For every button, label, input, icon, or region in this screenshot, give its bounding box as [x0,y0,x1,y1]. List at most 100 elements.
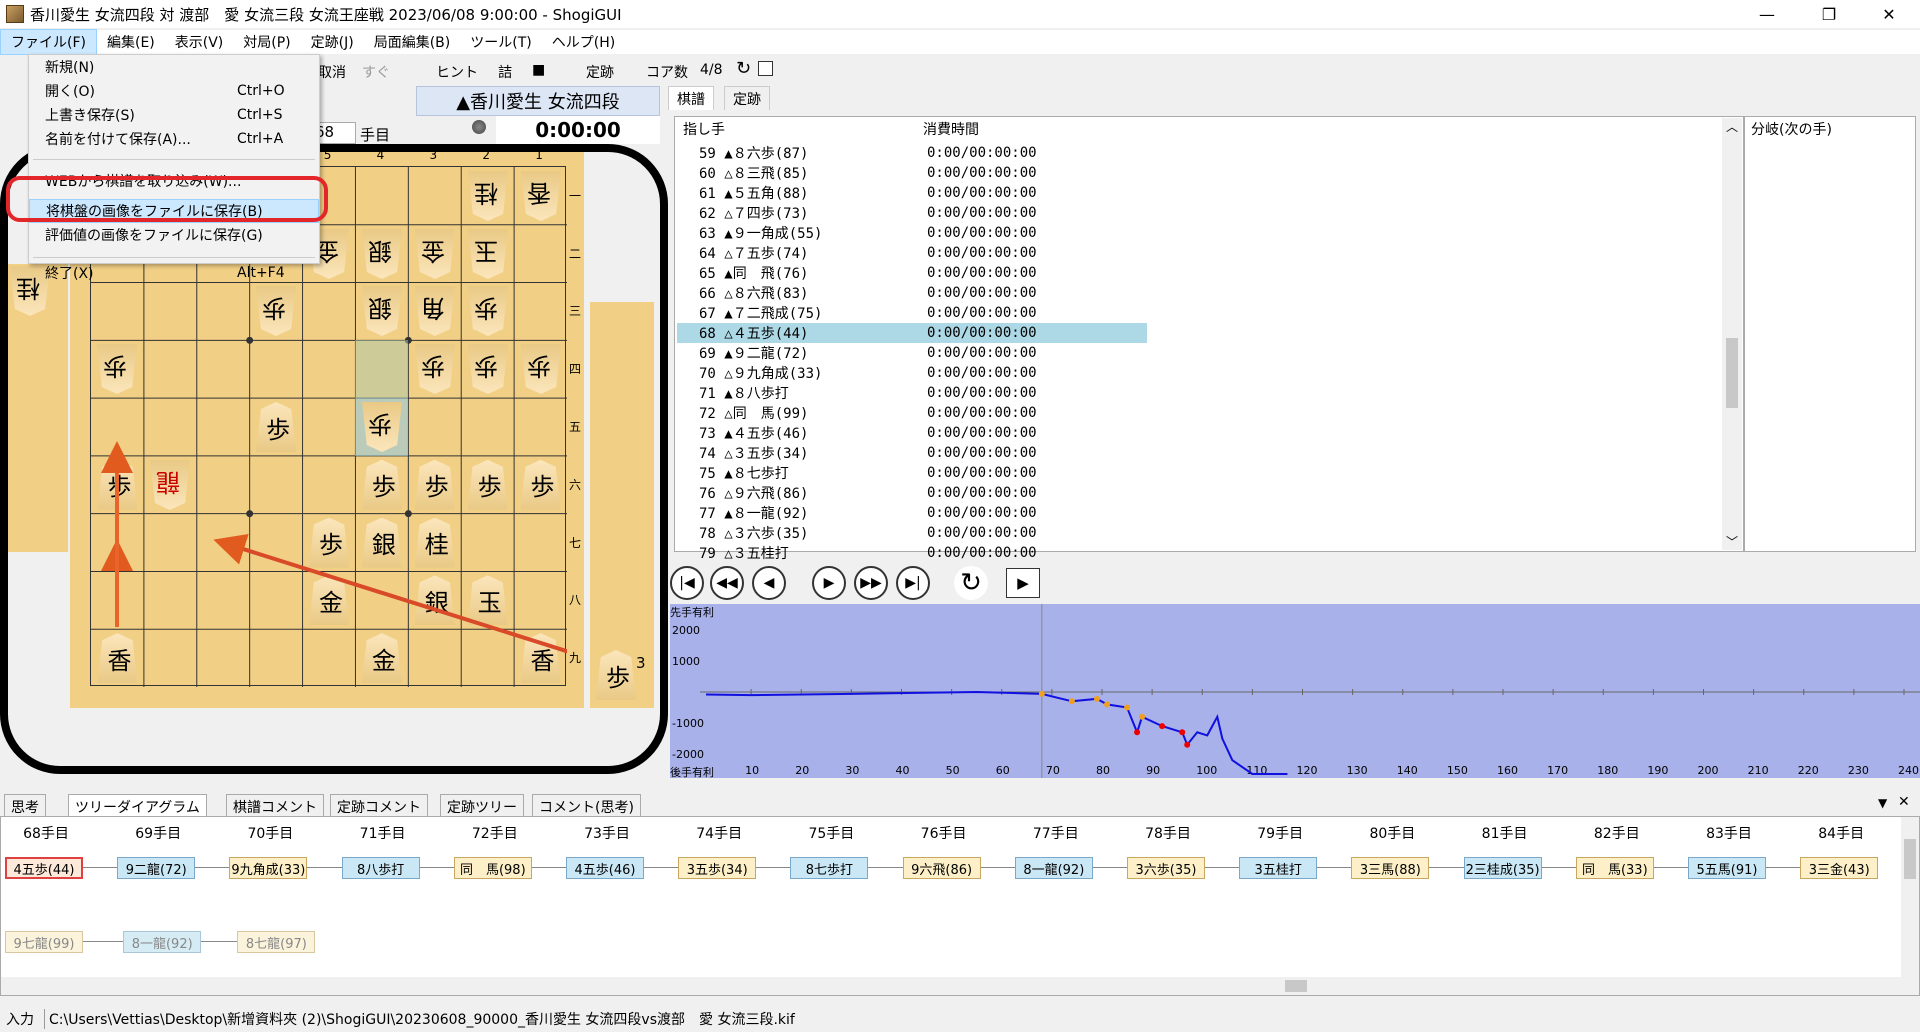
lower-tab[interactable]: 定跡ツリー [440,794,524,816]
lower-tab[interactable]: ツリーダイアグラム [68,794,207,816]
board-piece[interactable]: 銀 [362,229,402,279]
board-piece[interactable]: 歩 [468,344,508,394]
tree-node[interactable]: 3五桂打 [1239,857,1318,879]
board-piece[interactable]: 玉 [468,229,508,279]
hand-piece[interactable]: 歩 [596,650,636,700]
tree-hscrollbar[interactable] [1,977,1919,995]
board-piece[interactable]: 香 [521,171,561,221]
file-menu-item[interactable]: 上書き保存(S) Ctrl+S [29,103,319,127]
menu-6[interactable]: ツール(T) [460,30,541,54]
first-move-icon[interactable]: |◀ [670,566,704,600]
menu-1[interactable]: 編集(E) [97,30,165,54]
board-piece[interactable]: 歩 [414,459,455,510]
kifu-row[interactable]: 73 ▲４五歩(46) 0:00/00:00:00 [677,423,1147,443]
tree-node[interactable]: 4五歩(46) [566,857,644,879]
refresh-icon[interactable]: ↻ [736,58,751,79]
flip-board-icon[interactable]: ↻ [954,566,988,600]
board-piece[interactable]: 歩 [467,459,508,510]
close-button[interactable]: ✕ [1866,0,1912,28]
forward-icon[interactable]: ▶ [812,566,846,600]
menu-3[interactable]: 対局(P) [233,30,300,54]
kifu-row[interactable]: 79 △３五桂打 0:00/00:00:00 [677,543,1147,563]
kifu-row[interactable]: 71 ▲８八歩打 0:00/00:00:00 [677,383,1147,403]
board-piece[interactable]: 金 [415,229,455,279]
board-piece[interactable]: 銀 [362,286,402,336]
menu-5[interactable]: 局面編集(B) [364,30,461,54]
board-piece[interactable]: 香 [520,633,561,684]
board-piece[interactable]: 銀 [361,517,402,568]
kifu-row[interactable]: 64 △７五歩(74) 0:00/00:00:00 [677,243,1147,263]
scroll-up-icon[interactable]: ︿ [1726,118,1738,135]
menu-0[interactable]: ファイル(F) [0,29,97,55]
close-panel-icon[interactable]: ✕ [1898,794,1910,810]
dropdown-icon[interactable]: ▼ [1878,796,1887,810]
lower-tab[interactable]: 棋譜コメント [226,794,324,816]
tree-node[interactable]: 3六歩(35) [1127,857,1205,879]
kifu-row[interactable]: 76 △９六飛(86) 0:00/00:00:00 [677,483,1147,503]
board-piece[interactable]: 歩 [97,459,138,510]
board-piece[interactable]: 桂 [468,171,508,221]
minimize-button[interactable]: — [1744,0,1790,28]
lower-tab[interactable]: コメント(思考) [532,794,641,816]
kifu-row[interactable]: 77 ▲８一龍(92) 0:00/00:00:00 [677,503,1147,523]
board-piece[interactable]: 金 [361,633,402,684]
tree-node[interactable]: 8八歩打 [341,857,420,879]
tree-node[interactable]: 同 馬(33) [1575,857,1654,879]
tab-joseki[interactable]: 定跡 [724,86,770,110]
checkbox[interactable] [758,61,773,76]
board-piece[interactable]: 歩 [362,402,402,452]
last-move-icon[interactable]: ▶| [896,566,930,600]
kifu-row[interactable]: 74 △３五歩(34) 0:00/00:00:00 [677,443,1147,463]
tree-node[interactable]: 9六飛(86) [902,857,981,879]
hint-button[interactable]: ヒント [436,62,478,82]
tree-branch-node[interactable]: 9七龍(99) [5,931,83,953]
file-menu-item[interactable]: 名前を付けて保存(A)... Ctrl+A [29,127,319,151]
tree-node[interactable]: 3三馬(88) [1351,857,1430,879]
kifu-row[interactable]: 78 △３六歩(35) 0:00/00:00:00 [677,523,1147,543]
board-piece[interactable]: 歩 [520,459,561,510]
scroll-thumb[interactable] [1904,839,1916,879]
kifu-row[interactable]: 75 ▲８七歩打 0:00/00:00:00 [677,463,1147,483]
scroll-down-icon[interactable]: ﹀ [1726,533,1738,550]
kifu-scrollbar[interactable]: ︿ ﹀ [1722,118,1742,550]
file-menu-item[interactable]: 評価値の画像をファイルに保存(G) [29,223,319,247]
board-piece[interactable]: 銀 [414,575,455,626]
board-piece[interactable]: 歩 [521,344,561,394]
play-button[interactable]: ▶ [1006,568,1040,598]
immediate-button[interactable]: すぐ [362,62,390,82]
cancel-button[interactable]: 取消 [318,62,346,82]
menu-4[interactable]: 定跡(J) [301,30,364,54]
kifu-row[interactable]: 66 △８六飛(83) 0:00/00:00:00 [677,283,1147,303]
board-piece[interactable]: 歩 [468,286,508,336]
tree-node[interactable]: 3三金(43) [1800,857,1879,879]
lower-tab[interactable]: 思考 [4,794,46,816]
tree-node[interactable]: 3五歩(34) [678,857,757,879]
tree-vscrollbar[interactable] [1901,817,1919,977]
board-piece[interactable]: 龍 [150,460,190,510]
kifu-row[interactable]: 67 ▲７二飛成(75) 0:00/00:00:00 [677,303,1147,323]
tree-branch-node[interactable]: 8七龍(97) [237,931,316,953]
back-icon[interactable]: ◀ [752,566,786,600]
joseki-button[interactable]: 定跡 [586,62,614,82]
file-menu-item[interactable]: 終了(X) Alt+F4 [29,261,319,285]
tree-branch-node[interactable]: 8一龍(92) [123,931,202,953]
tree-node[interactable]: 9九角成(33) [229,857,308,879]
board-piece[interactable]: 歩 [256,402,297,452]
tab-kifu[interactable]: 棋譜 [668,86,714,110]
kifu-row[interactable]: 68 △４五歩(44) 0:00/00:00:00 [677,323,1147,343]
mate-button[interactable]: 詰 [498,62,512,82]
kifu-row[interactable]: 62 △７四歩(73) 0:00/00:00:00 [677,203,1147,223]
menu-7[interactable]: ヘルプ(H) [542,30,625,54]
board-piece[interactable]: 玉 [467,575,508,626]
tree-node[interactable]: 2三桂成(35) [1463,857,1542,879]
tree-node[interactable]: 4五歩(44) [5,857,83,879]
tree-node[interactable]: 9二龍(72) [117,857,196,879]
board-piece[interactable]: 金 [309,575,349,626]
kifu-row[interactable]: 70 △９九角成(33) 0:00/00:00:00 [677,363,1147,383]
stop-button[interactable]: ■ [532,62,545,78]
kifu-row[interactable]: 69 ▲９二龍(72) 0:00/00:00:00 [677,343,1147,363]
lower-tab[interactable]: 定跡コメント [330,794,428,816]
back-fast-icon[interactable]: ◀◀ [710,566,744,600]
kifu-row[interactable]: 59 ▲８六歩(87) 0:00/00:00:00 [677,143,1147,163]
tree-node[interactable]: 8七歩打 [790,857,869,879]
